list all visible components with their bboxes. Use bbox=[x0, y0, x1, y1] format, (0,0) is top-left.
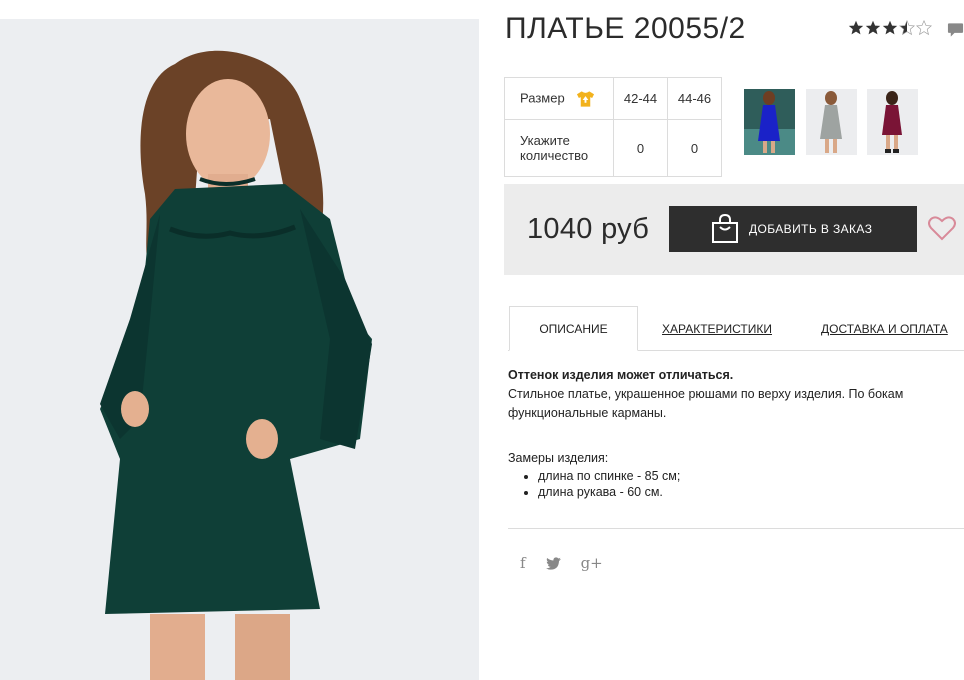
twitter-icon[interactable] bbox=[545, 556, 561, 570]
measurements-title: Замеры изделия: bbox=[508, 451, 609, 465]
quantity-label: Укажите количество bbox=[504, 119, 614, 177]
size-option-42-44[interactable]: 42-44 bbox=[613, 77, 668, 120]
size-label-cell: Размер bbox=[504, 77, 614, 120]
description-line-1: Стильное платье, украшенное рюшами по ве… bbox=[508, 387, 904, 401]
star-empty-icon[interactable] bbox=[916, 20, 932, 36]
tab-delivery[interactable]: ДОСТАВКА И ОПЛАТА bbox=[821, 306, 948, 351]
thumbnail-blue-dress[interactable] bbox=[744, 89, 795, 155]
description-panel: Оттенок изделия может отличаться. Стильн… bbox=[508, 366, 958, 500]
tab-characteristics[interactable]: ХАРАКТЕРИСТИКИ bbox=[662, 306, 772, 351]
add-to-order-label: ДОБАВИТЬ В ЗАКАЗ bbox=[749, 222, 873, 236]
star-full-icon[interactable] bbox=[865, 20, 881, 36]
star-half-icon[interactable] bbox=[899, 20, 915, 36]
model-image bbox=[0, 19, 479, 680]
shopping-bag-icon bbox=[712, 214, 738, 243]
product-title: ПЛАТЬЕ 20055/2 bbox=[505, 12, 746, 45]
price: 1040 руб bbox=[527, 213, 650, 245]
star-full-icon[interactable] bbox=[882, 20, 898, 36]
thumbnail-burgundy-dress[interactable] bbox=[867, 89, 918, 155]
list-item: длина рукава - 60 см. bbox=[538, 484, 958, 500]
product-photo[interactable] bbox=[0, 19, 479, 680]
comment-icon[interactable] bbox=[947, 22, 964, 38]
google-plus-icon[interactable]: g+ bbox=[581, 554, 603, 572]
social-divider bbox=[508, 528, 964, 529]
tshirt-icon[interactable] bbox=[576, 90, 595, 108]
quantity-input-44-46[interactable]: 0 bbox=[667, 119, 722, 177]
quantity-label-line1: Укажите bbox=[520, 133, 570, 148]
quantity-label-line2: количество bbox=[520, 148, 589, 163]
measurements-list: длина по спинке - 85 см; длина рукава - … bbox=[538, 468, 958, 500]
list-item: длина по спинке - 85 см; bbox=[538, 468, 958, 484]
color-note: Оттенок изделия может отличаться. bbox=[508, 368, 734, 382]
rating-stars[interactable] bbox=[848, 20, 932, 36]
description-line-2: функциональные карманы. bbox=[508, 406, 667, 420]
facebook-icon[interactable]: f bbox=[520, 554, 526, 572]
quantity-input-42-44[interactable]: 0 bbox=[613, 119, 668, 177]
social-share: f g+ bbox=[520, 554, 603, 572]
add-to-order-button[interactable]: ДОБАВИТЬ В ЗАКАЗ bbox=[669, 206, 917, 252]
thumbnail-grey-dress[interactable] bbox=[806, 89, 857, 155]
heart-icon[interactable] bbox=[928, 215, 956, 241]
star-full-icon[interactable] bbox=[848, 20, 864, 36]
size-table: Размер 42-44 44-46 Укажите количество 0 … bbox=[504, 77, 722, 177]
tab-description[interactable]: ОПИСАНИЕ bbox=[509, 306, 638, 351]
size-option-44-46[interactable]: 44-46 bbox=[667, 77, 722, 120]
size-label: Размер bbox=[520, 89, 565, 105]
